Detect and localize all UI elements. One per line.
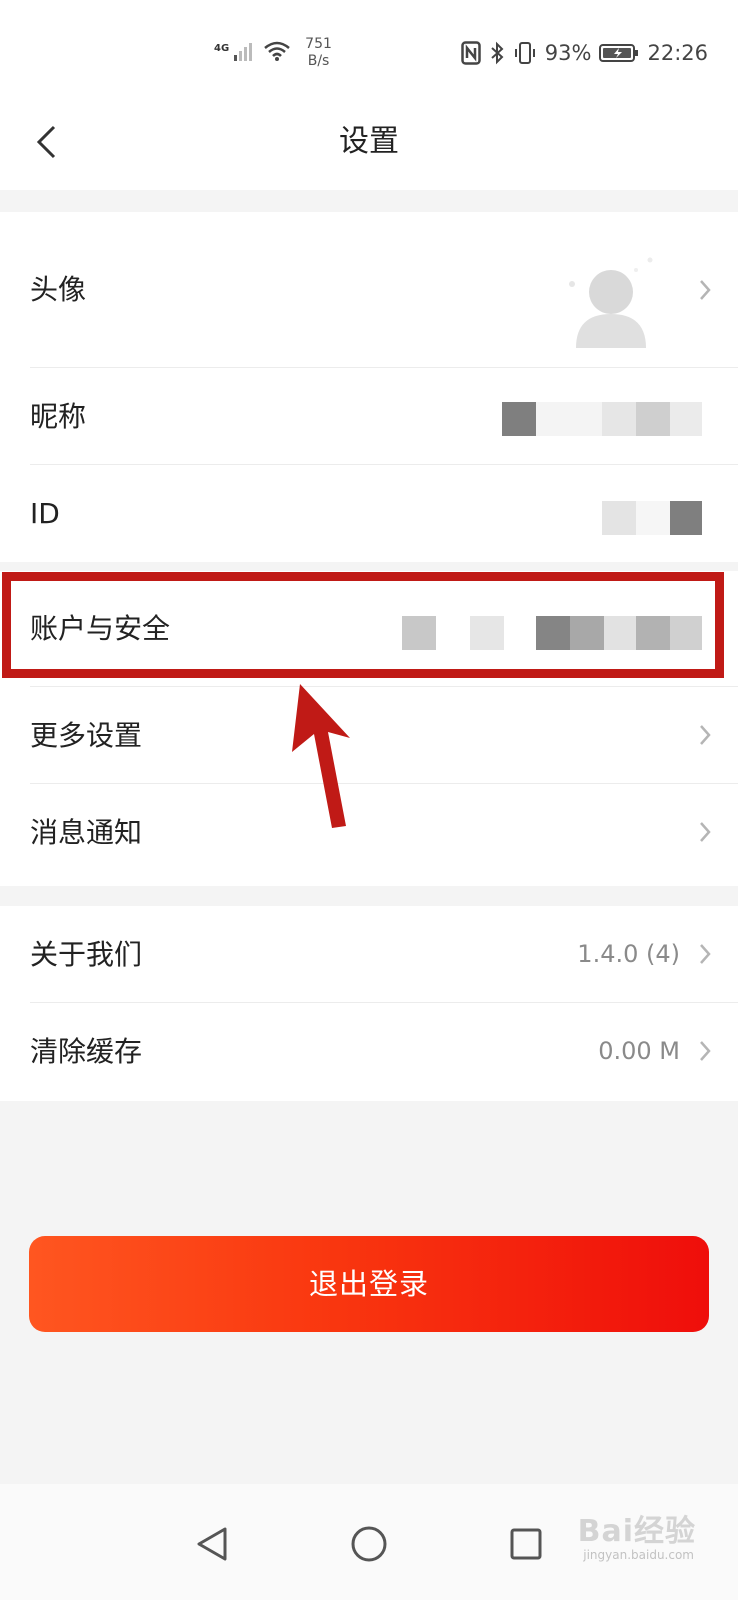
cache-size-value: 0.00 M: [598, 1037, 680, 1065]
nav-recent-button[interactable]: [504, 1522, 548, 1566]
chevron-right-icon: [700, 280, 711, 300]
network-type: 4G: [214, 42, 230, 54]
clear-cache-row[interactable]: 清除缓存 0.00 M: [0, 1003, 738, 1100]
clock: 22:26: [647, 41, 708, 65]
speed-unit: B/s: [307, 53, 330, 69]
arrow-up-icon: [292, 684, 350, 828]
battery-icon: [599, 43, 639, 63]
avatar: [566, 256, 656, 348]
clear-cache-label: 清除缓存: [30, 1035, 143, 1068]
status-bar-right: 93% 22:26: [461, 36, 708, 70]
more-settings-label: 更多设置: [30, 719, 143, 752]
avatar-row[interactable]: 头像: [0, 212, 738, 368]
wifi-icon: [263, 40, 291, 66]
notifications-row[interactable]: 消息通知: [0, 784, 738, 881]
chevron-right-icon: [700, 822, 711, 842]
profile-card: 头像 昵称 ID: [0, 212, 738, 562]
triangle-back-icon: [197, 1527, 227, 1561]
page-title: 设置: [339, 124, 399, 159]
status-bar: 4G 751 B/s 93% 22:26: [0, 0, 738, 100]
battery-percent: 93%: [544, 41, 592, 65]
nickname-value-redacted: [502, 402, 702, 436]
avatar-label: 头像: [30, 273, 87, 306]
nickname-label: 昵称: [30, 400, 87, 433]
nickname-row[interactable]: 昵称: [0, 368, 738, 465]
watermark-url: jingyan.baidu.com: [583, 1548, 694, 1562]
network-speed: 751 B/s: [305, 36, 332, 70]
notifications-label: 消息通知: [30, 816, 143, 849]
bluetooth-icon: [489, 41, 505, 65]
about-card: 关于我们 1.4.0 (4) 清除缓存 0.00 M: [0, 906, 738, 1101]
watermark-brand: Bai经验: [577, 1514, 696, 1549]
id-label: ID: [30, 497, 60, 530]
signal-icon: [233, 41, 255, 65]
more-settings-row[interactable]: 更多设置: [0, 687, 738, 784]
navigation-bar: Bai经验 jingyan.baidu.com: [0, 1484, 738, 1600]
header: 设置: [0, 100, 738, 190]
square-recents-icon: [510, 1528, 542, 1560]
nav-home-button[interactable]: [347, 1522, 391, 1566]
status-bar-left: 4G 751 B/s: [214, 36, 332, 70]
circle-home-icon: [351, 1526, 387, 1562]
about-us-row[interactable]: 关于我们 1.4.0 (4): [0, 906, 738, 1003]
id-value-redacted: [602, 501, 702, 535]
chevron-right-icon: [700, 725, 711, 745]
nav-back-button[interactable]: [190, 1522, 234, 1566]
version-value: 1.4.0 (4): [577, 940, 680, 968]
nfc-icon: [461, 41, 481, 65]
chevron-right-icon: [700, 944, 711, 964]
id-row: ID: [0, 465, 738, 562]
highlight-box: [2, 572, 724, 678]
chevron-right-icon: [700, 1041, 711, 1061]
logout-button[interactable]: 退出登录: [29, 1236, 709, 1332]
about-us-label: 关于我们: [30, 938, 143, 971]
speed-value: 751: [305, 36, 332, 52]
vibrate-icon: [513, 41, 537, 65]
